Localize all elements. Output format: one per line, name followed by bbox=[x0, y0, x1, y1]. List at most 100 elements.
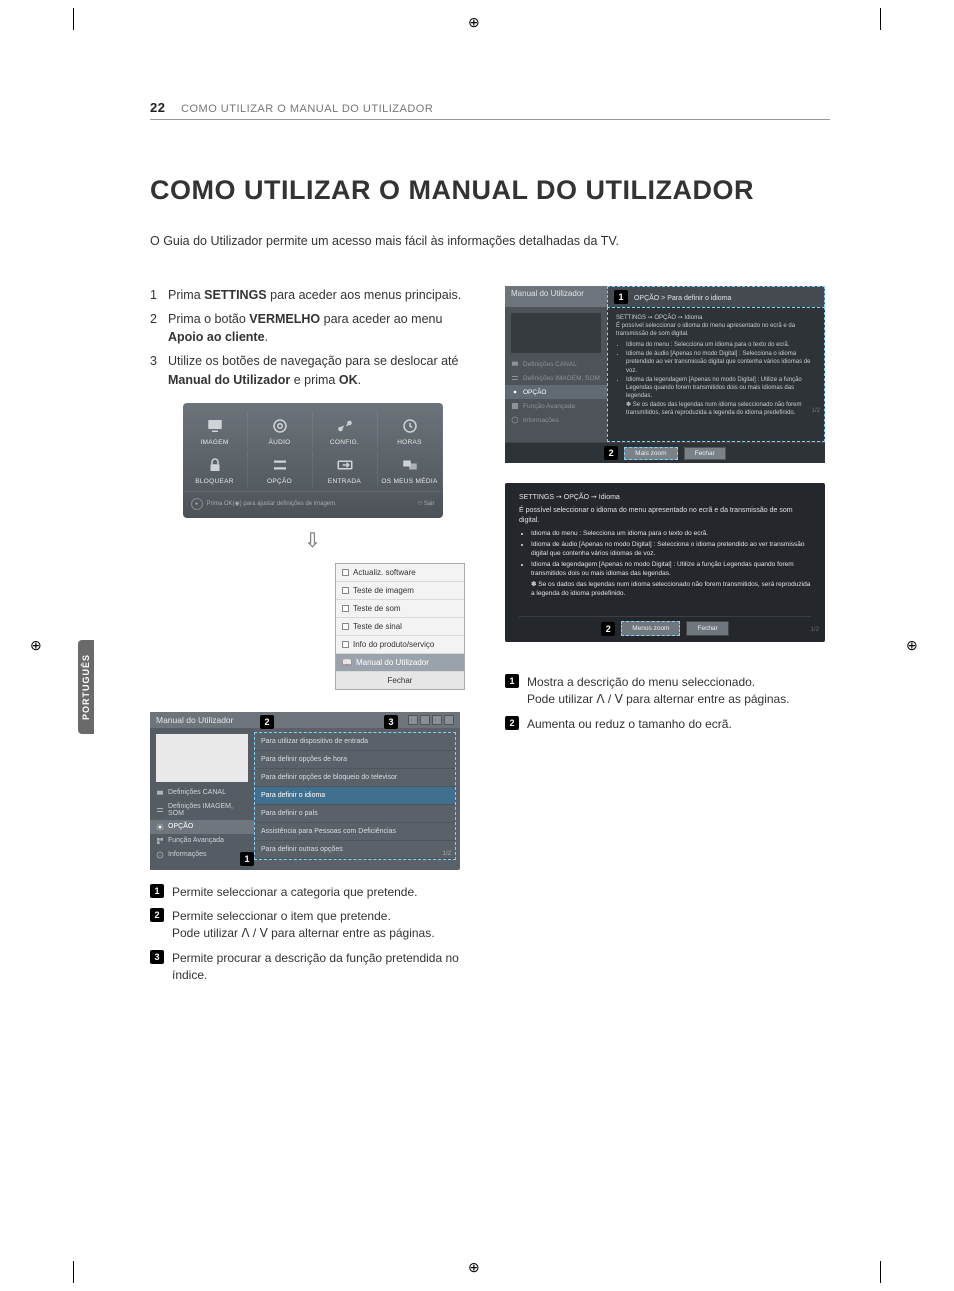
detail-view-figure: Manual do Utilizador 1 OPÇÃO > Para defi… bbox=[505, 286, 825, 463]
manual-sidebar: Definições CANAL Definições IMAGEM, SOM … bbox=[150, 728, 254, 870]
detail-sidebar: Definições CANAL Definições IMAGEM, SOM … bbox=[505, 307, 607, 442]
sidebar-item: Definições CANAL bbox=[150, 786, 254, 800]
tv-icon bbox=[511, 360, 519, 368]
note-badge-1: 1 bbox=[150, 884, 164, 898]
zoomed-detail-figure: SETTINGS ➙ OPÇÃO ➙ Idioma É possível sel… bbox=[505, 483, 825, 642]
running-head: 22 COMO UTILIZAR O MANUAL DO UTILIZADOR bbox=[150, 100, 830, 120]
thumbnail-placeholder bbox=[511, 313, 601, 353]
support-item: Teste de imagem bbox=[336, 582, 464, 600]
registration-mark-left: ⊕ bbox=[30, 637, 48, 655]
support-item: Info do produto/serviço bbox=[336, 636, 464, 654]
sidebar-item-opcao: OPÇÃO bbox=[505, 385, 607, 399]
note-badge-3: 3 bbox=[150, 950, 164, 964]
detail-breadcrumb: 1 OPÇÃO > Para definir o idioma bbox=[607, 286, 825, 307]
detail-title: Manual do Utilizador bbox=[505, 286, 607, 307]
win-restore-icon bbox=[432, 715, 442, 725]
pane-item: Para definir outras opções bbox=[255, 841, 455, 859]
book-icon: 📖 bbox=[342, 658, 352, 667]
sidebar-item: Definições IMAGEM, SOM bbox=[505, 371, 607, 385]
support-close: Fechar bbox=[336, 672, 464, 689]
tools-icon bbox=[336, 417, 354, 435]
pane-item: Para definir opções de bloqueio do telev… bbox=[255, 769, 455, 787]
info-icon bbox=[511, 416, 519, 424]
tv-settings-menu-figure: IMAGEM ÁUDIO CONFIG. HORAS bbox=[183, 403, 443, 518]
page-number: 22 bbox=[150, 100, 165, 115]
note-badge-1: 1 bbox=[505, 674, 519, 688]
menu-item-entrada: ENTRADA bbox=[313, 450, 378, 487]
pane-item: Assistência para Pessoas com Deficiência… bbox=[255, 823, 455, 841]
support-item: Teste de sinal bbox=[336, 618, 464, 636]
updown-arrows-icon: ꓥ / ꓦ bbox=[241, 926, 267, 940]
callout-badge-1: 1 bbox=[240, 852, 254, 866]
sidebar-item: Informações bbox=[150, 848, 254, 862]
zoom-button: Mais zoom bbox=[624, 447, 677, 460]
callout-badge-1: 1 bbox=[614, 290, 628, 304]
menu-item-opcao: OPÇÃO bbox=[248, 450, 313, 487]
crop-mark bbox=[73, 1261, 74, 1283]
detail2-crumb: SETTINGS ➙ OPÇÃO ➙ Idioma bbox=[519, 493, 811, 503]
page-title: COMO UTILIZAR O MANUAL DO UTILIZADOR bbox=[150, 175, 830, 206]
pane-item: Para utilizar dispositivo de entrada bbox=[255, 733, 455, 751]
menu-item-horas: HORAS bbox=[378, 411, 443, 448]
page-indicator: 1/2 bbox=[443, 851, 451, 857]
sidebar-item-opcao: OPÇÃO bbox=[150, 820, 254, 834]
zoom-button: Menos zoom bbox=[621, 621, 680, 636]
support-item: Actualiz. software bbox=[336, 564, 464, 582]
callout-badge-2: 2 bbox=[260, 715, 274, 729]
lock-icon bbox=[206, 456, 224, 474]
win-max-icon bbox=[420, 715, 430, 725]
page-indicator: 1/2 bbox=[811, 626, 819, 634]
steps-list: 1 Prima SETTINGS para aceder aos menus p… bbox=[150, 286, 475, 389]
sliders-icon bbox=[511, 374, 519, 382]
support-menu-popup: Actualiz. software Teste de imagem Teste… bbox=[335, 563, 465, 690]
speaker-icon bbox=[271, 417, 289, 435]
menu-item-bloquear: BLOQUEAR bbox=[183, 450, 248, 487]
window-controls bbox=[408, 715, 454, 725]
crop-mark bbox=[73, 8, 74, 30]
callout-badge-3: 3 bbox=[384, 715, 398, 729]
sidebar-item: Definições IMAGEM, SOM bbox=[150, 800, 254, 820]
menu-item-imagem: IMAGEM bbox=[183, 411, 248, 448]
pane-item: Para definir o país bbox=[255, 805, 455, 823]
grid-icon bbox=[511, 402, 519, 410]
info-icon bbox=[156, 851, 164, 859]
ok-indicator-icon: ● bbox=[191, 498, 203, 510]
support-item-manual: 📖Manual do Utilizador bbox=[336, 654, 464, 672]
monitor-icon bbox=[206, 417, 224, 435]
win-close-icon bbox=[444, 715, 454, 725]
close-button: Fechar bbox=[686, 621, 728, 636]
gear-icon bbox=[156, 823, 164, 831]
sliders-icon bbox=[156, 806, 164, 814]
manual-title: Manual do Utilizador bbox=[156, 715, 233, 725]
gear-icon bbox=[511, 388, 519, 396]
media-icon bbox=[401, 456, 419, 474]
detail-footer: 2 Mais zoom Fechar bbox=[505, 442, 825, 463]
menu-item-config: CONFIG. bbox=[313, 411, 378, 448]
clock-icon bbox=[401, 417, 419, 435]
note-badge-2: 2 bbox=[150, 908, 164, 922]
grid-icon bbox=[156, 837, 164, 845]
left-notes: 1 Permite seleccionar a categoria que pr… bbox=[150, 884, 475, 984]
updown-arrows-icon: ꓥ / ꓦ bbox=[596, 692, 622, 706]
menu-item-media: OS MEUS MÉDIA bbox=[378, 450, 443, 487]
registration-mark-bottom: ⊕ bbox=[468, 1259, 486, 1277]
sidebar-item: Função Avançada bbox=[150, 834, 254, 848]
input-icon bbox=[336, 456, 354, 474]
sidebar-item: Definições CANAL bbox=[505, 357, 607, 371]
close-button: Fechar bbox=[684, 447, 726, 460]
note-badge-2: 2 bbox=[505, 716, 519, 730]
option-icon bbox=[271, 456, 289, 474]
page-indicator: 1/2 bbox=[812, 407, 820, 415]
crop-mark bbox=[880, 1261, 881, 1283]
intro-text: O Guia do Utilizador permite um acesso m… bbox=[150, 234, 830, 248]
registration-mark-top: ⊕ bbox=[468, 14, 486, 32]
detail-content: SETTINGS ➙ OPÇÃO ➙ Idioma É possível sel… bbox=[607, 307, 825, 442]
win-min-icon bbox=[408, 715, 418, 725]
sidebar-item: Informações bbox=[505, 413, 607, 427]
language-tab: PORTUGUÊS bbox=[78, 640, 94, 734]
thumbnail-placeholder bbox=[156, 734, 248, 782]
callout-badge-2: 2 bbox=[604, 446, 618, 460]
crop-mark bbox=[880, 8, 881, 30]
sidebar-item: Função Avançada bbox=[505, 399, 607, 413]
pane-item: Para definir opções de hora bbox=[255, 751, 455, 769]
